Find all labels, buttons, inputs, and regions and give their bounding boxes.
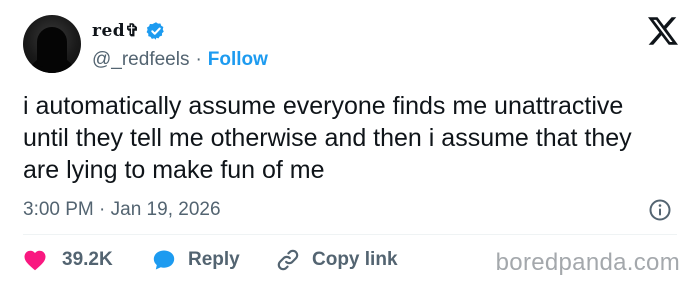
reply-label: Reply: [188, 249, 240, 270]
copy-link-button[interactable]: Copy link: [275, 247, 398, 273]
handle-separator: ·: [195, 49, 202, 70]
reply-button[interactable]: Reply: [152, 248, 275, 272]
author-display-name[interactable]: red✞: [92, 21, 140, 41]
avatar-figure-hood: [37, 27, 67, 67]
verified-badge-icon: [146, 22, 164, 40]
heart-icon: [24, 250, 46, 271]
x-logo-icon[interactable]: [648, 17, 678, 45]
link-icon: [277, 249, 299, 271]
action-bar: 39.2K Reply Copy link: [23, 247, 398, 273]
author-handle[interactable]: @_redfeels: [92, 49, 189, 71]
author-name-row: red✞: [92, 18, 166, 44]
speech-bubble-icon: [153, 250, 175, 270]
boredpanda-watermark: boredpanda.com: [495, 249, 680, 276]
tweet-text: i automatically assume everyone finds me…: [23, 92, 632, 184]
like-button[interactable]: 39.2K: [23, 249, 152, 271]
author-handle-row: @_redfeels · Follow: [92, 49, 268, 71]
avatar[interactable]: [23, 15, 81, 73]
follow-button[interactable]: Follow: [208, 49, 268, 71]
divider: [23, 234, 677, 235]
tweet-timestamp[interactable]: 3:00 PM · Jan 19, 2026: [23, 199, 221, 221]
copy-link-label: Copy link: [312, 249, 398, 270]
like-count: 39.2K: [62, 249, 113, 270]
info-icon[interactable]: [648, 198, 672, 222]
